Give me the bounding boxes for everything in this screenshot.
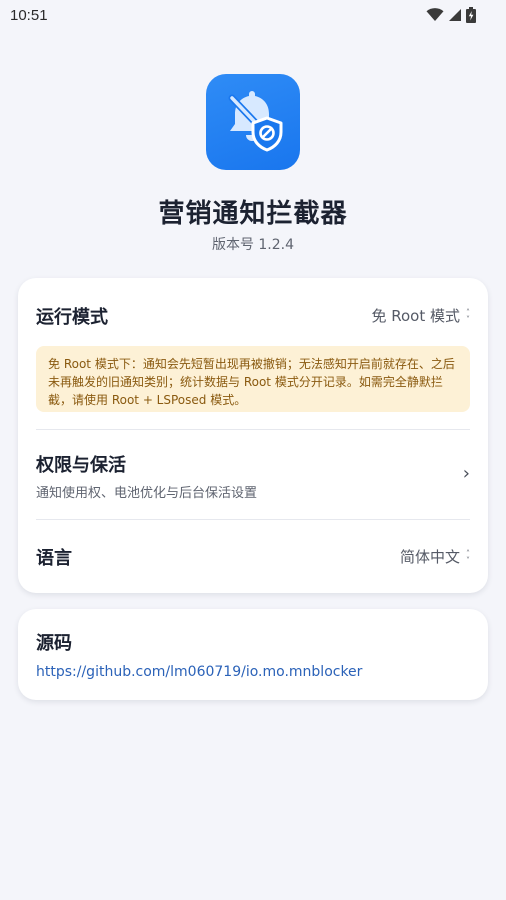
status-bar: 10:51 [0, 0, 506, 30]
language-row[interactable]: 语言 简体中文 ˄ ˅ [18, 520, 488, 590]
run-mode-row[interactable]: 运行模式 免 Root 模式 ˄ ˅ [18, 278, 488, 344]
run-mode-value: 免 Root 模式 [371, 307, 460, 325]
updown-chevron-icon: ˄ ˅ [466, 548, 470, 565]
wifi-icon [426, 8, 444, 21]
source-card: 源码 https://github.com/lm060719/io.mo.mnb… [18, 609, 488, 700]
language-select[interactable]: 简体中文 ˄ ˅ [400, 546, 470, 567]
permissions-label: 权限与保活 [36, 455, 126, 476]
run-mode-select[interactable]: 免 Root 模式 ˄ ˅ [371, 305, 470, 326]
status-icons [426, 7, 476, 23]
source-link[interactable]: https://github.com/lm060719/io.mo.mnbloc… [36, 664, 362, 680]
run-mode-notice: 免 Root 模式下：通知会先短暂出现再被撤销；无法感知开启前就存在、之后未再触… [36, 346, 470, 412]
battery-icon [466, 7, 476, 23]
permissions-row[interactable]: 权限与保活 通知使用权、电池优化与后台保活设置 › [18, 430, 488, 518]
source-label: 源码 [36, 633, 72, 654]
language-label: 语言 [36, 548, 72, 569]
run-mode-label: 运行模式 [36, 307, 108, 328]
settings-card: 运行模式 免 Root 模式 ˄ ˅ 免 Root 模式下：通知会先短暂出现再被撤… [18, 278, 488, 593]
updown-chevron-icon: ˄ ˅ [466, 307, 470, 324]
chevron-right-icon: › [462, 463, 470, 484]
language-value: 简体中文 [399, 548, 460, 566]
app-logo [206, 74, 300, 170]
bell-off-shield-icon [228, 91, 283, 152]
permissions-subtitle: 通知使用权、电池优化与后台保活设置 [36, 486, 258, 501]
app-version: 版本号 1.2.4 [211, 237, 295, 253]
status-time: 10:51 [10, 6, 48, 24]
app-title: 营销通知拦截器 [158, 199, 348, 229]
signal-icon [449, 9, 461, 21]
